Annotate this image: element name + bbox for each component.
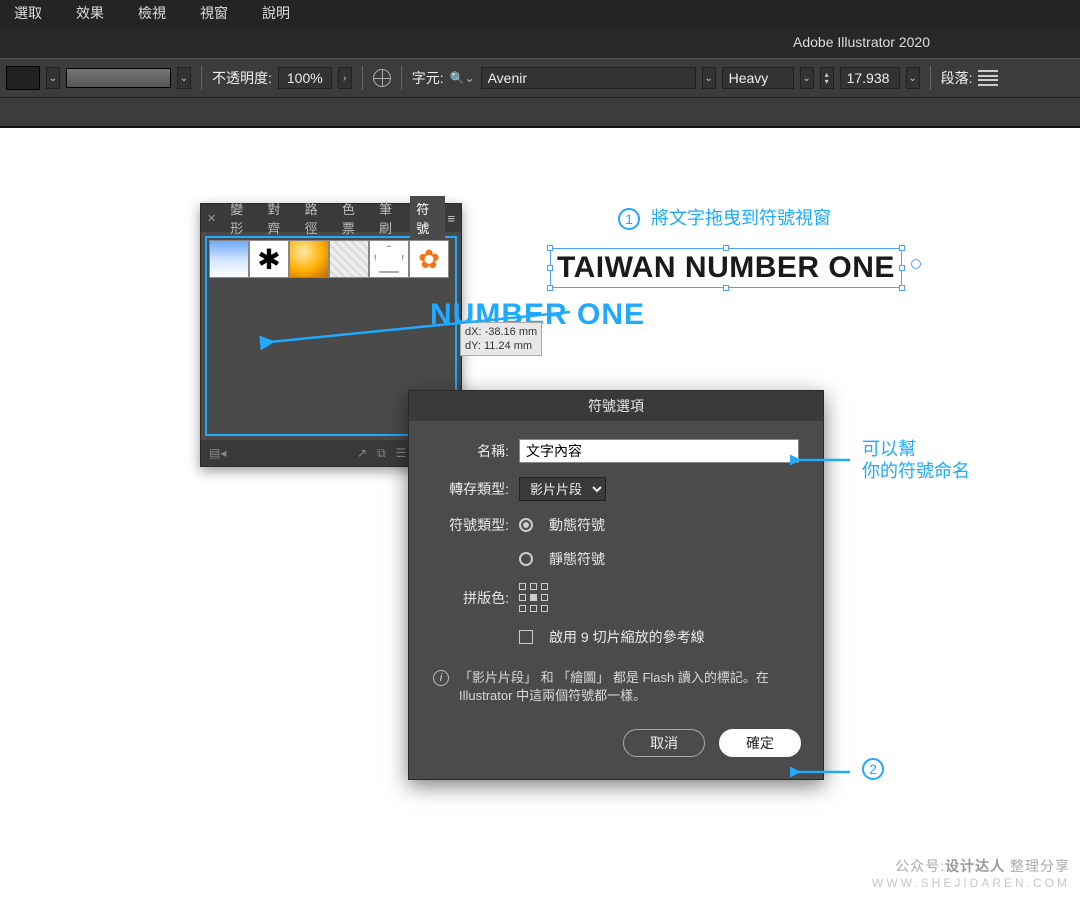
separator — [401, 66, 402, 90]
nine-slice-label: 啟用 9 切片縮放的參考線 — [549, 627, 705, 647]
font-weight-input[interactable] — [722, 67, 794, 89]
font-family-menu[interactable]: ⌄ — [702, 67, 716, 89]
place-symbol-icon[interactable]: ↗ — [357, 446, 367, 460]
annotation-number-2: 2 — [862, 758, 890, 780]
tab-transform[interactable]: 變形 — [224, 196, 259, 240]
panel-menu-icon[interactable]: ≡ — [447, 211, 455, 226]
symbol-options-icon[interactable]: ☰ — [396, 446, 407, 460]
font-family-input[interactable] — [481, 67, 696, 89]
drag-delta-tooltip: dX: -38.16 mm dY: 11.24 mm — [460, 322, 542, 356]
name-label: 名稱: — [433, 441, 509, 461]
cancel-button[interactable]: 取消 — [623, 729, 705, 757]
size-stepper[interactable]: ▴▾ — [820, 67, 834, 89]
fill-swatch-menu[interactable]: ⌄ — [46, 67, 60, 89]
radio-dynamic-label: 動態符號 — [549, 515, 605, 535]
symbol-options-dialog[interactable]: 符號選項 名稱: 轉存類型: 影片片段 符號類型: 動態符號 靜態符號 拼版色: — [408, 390, 824, 780]
panel-close-icon[interactable]: ✕ — [207, 212, 216, 225]
dialog-info: i 「影片片段」 和 「繪圖」 都是 Flash 讀入的標記。在 Illustr… — [433, 669, 799, 705]
paragraph-label: 段落: — [941, 68, 973, 88]
menu-window[interactable]: 視窗 — [196, 1, 232, 25]
separator — [362, 66, 363, 90]
selected-text-object[interactable]: TAIWAN NUMBER ONE — [550, 248, 902, 288]
symbol-name-input[interactable] — [519, 439, 799, 463]
tab-pathfinder[interactable]: 路徑 — [299, 196, 334, 240]
search-icon: 🔍⌄ — [450, 71, 475, 85]
font-size-input[interactable] — [840, 67, 900, 89]
break-link-icon[interactable]: ⧉ — [377, 446, 386, 461]
options-subbar — [0, 98, 1080, 128]
separator — [930, 66, 931, 90]
opacity-label: 不透明度: — [212, 68, 272, 88]
tab-swatches[interactable]: 色票 — [336, 196, 371, 240]
options-bar[interactable]: ⌄ ⌄ 不透明度: 100% › 字元: 🔍⌄ ⌄ ⌄ ▴▾ ⌄ 段落: — [0, 58, 1080, 98]
opacity-menu[interactable]: › — [338, 67, 352, 89]
menu-select[interactable]: 選取 — [10, 1, 46, 25]
annotation-1: 1 將文字拖曳到符號視窗 — [618, 204, 831, 230]
info-icon: i — [433, 670, 449, 686]
nine-slice-checkbox[interactable] — [519, 630, 533, 644]
radio-static[interactable] — [519, 552, 533, 566]
system-menubar[interactable]: 選取 效果 檢視 視窗 說明 — [0, 0, 1080, 26]
tab-brushes[interactable]: 筆刷 — [373, 196, 408, 240]
fill-swatch[interactable] — [6, 66, 40, 90]
radio-static-label: 靜態符號 — [549, 549, 605, 569]
dialog-titlebar[interactable]: 符號選項 — [409, 391, 823, 421]
font-size-menu[interactable]: ⌄ — [906, 67, 920, 89]
paragraph-align-icon[interactable] — [978, 69, 998, 87]
radio-dynamic[interactable] — [519, 518, 533, 532]
registration-label: 拼版色: — [433, 588, 509, 608]
symbol-polygon[interactable] — [369, 240, 409, 278]
export-type-label: 轉存類型: — [433, 479, 509, 499]
menu-effect[interactable]: 效果 — [72, 1, 108, 25]
ok-button[interactable]: 確定 — [719, 729, 801, 757]
globe-icon[interactable] — [373, 69, 391, 87]
symbol-gradient[interactable] — [209, 240, 249, 278]
menu-help[interactable]: 說明 — [258, 1, 294, 25]
font-weight-menu[interactable]: ⌄ — [800, 67, 814, 89]
symbol-texture[interactable] — [329, 240, 369, 278]
app-title: Adobe Illustrator 2020 — [793, 34, 930, 50]
char-label: 字元: — [412, 68, 444, 88]
tab-symbols[interactable]: 符號 — [410, 196, 445, 240]
annotation-number-1: 1 — [618, 208, 640, 230]
stroke-swatch-menu[interactable]: ⌄ — [177, 67, 191, 89]
symbol-ink-splat[interactable] — [249, 240, 289, 278]
dialog-title: 符號選項 — [588, 396, 644, 416]
dialog-info-text: 「影片片段」 和 「繪圖」 都是 Flash 讀入的標記。在 Illustrat… — [459, 669, 799, 705]
stroke-swatch[interactable] — [66, 68, 171, 88]
watermark: 公众号:设计达人 整理分享 WWW.SHEJIDAREN.COM — [872, 856, 1070, 890]
opacity-value[interactable]: 100% — [278, 67, 332, 89]
symbol-library-icon[interactable]: ▤◂ — [209, 446, 226, 460]
symbol-row — [209, 240, 453, 278]
symbol-flower[interactable] — [409, 240, 449, 278]
app-titlebar: Adobe Illustrator 2020 — [0, 26, 1080, 58]
separator — [201, 66, 202, 90]
text-anchor-icon[interactable] — [911, 259, 921, 269]
menu-view[interactable]: 檢視 — [134, 1, 170, 25]
registration-grid[interactable] — [519, 583, 549, 613]
canvas-text-main[interactable]: TAIWAN NUMBER ONE — [557, 251, 895, 284]
tab-align[interactable]: 對齊 — [261, 196, 296, 240]
panel-tabs[interactable]: ✕ 變形 對齊 路徑 色票 筆刷 符號 ≡ — [201, 204, 461, 232]
symbol-orange-orb[interactable] — [289, 240, 329, 278]
export-type-select[interactable]: 影片片段 — [519, 477, 606, 501]
symbol-type-label: 符號類型: — [433, 515, 509, 535]
annotation-2: 可以幫 你的符號命名 — [862, 438, 970, 482]
